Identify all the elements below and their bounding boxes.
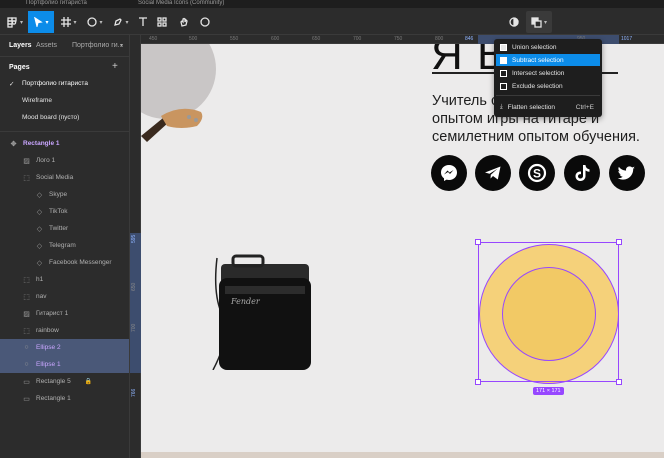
skype-icon[interactable]: S [519, 155, 555, 191]
exclude-selection-item[interactable]: Exclude selection [496, 80, 600, 92]
resources-tool-button[interactable] [155, 11, 169, 33]
page-bottom-strip [141, 452, 664, 458]
union-icon [500, 43, 507, 51]
layer-item[interactable]: ⬚ nav [0, 288, 129, 305]
layer-item[interactable]: ◇ Skype [0, 186, 129, 203]
layer-item[interactable]: ○ Ellipse 1 [0, 356, 129, 373]
group-icon: ⬚ [23, 327, 30, 335]
mask-icon [509, 17, 519, 27]
layer-item[interactable]: ◇ Facebook Messenger [0, 254, 129, 271]
shape-tool-button[interactable]: ▾ [84, 11, 106, 33]
image-icon: ▨ [23, 310, 30, 318]
layer-item[interactable]: ▭ Rectangle 1 [0, 390, 129, 407]
vertical-ruler: 595 650 700 766 [130, 35, 141, 458]
component-icon: ◇ [36, 259, 43, 267]
main-menu-button[interactable]: ▾ [4, 11, 26, 33]
pages-heading: Pages [9, 64, 30, 71]
flatten-icon: ⤓ [500, 103, 503, 110]
pen-icon [114, 18, 123, 26]
ellipse-icon: ○ [24, 361, 29, 368]
tiktok-icon[interactable] [564, 155, 600, 191]
layer-item[interactable]: ◇ TikTok [0, 203, 129, 220]
layer-item[interactable]: ✥ Rectangle 1 [0, 135, 129, 152]
menu-divider [496, 95, 600, 96]
checkmark-icon: ✓ [9, 81, 15, 88]
text-icon [139, 17, 147, 26]
page-item[interactable]: Wireframe [22, 97, 52, 104]
boolean-operations-menu: Union selection Subtract selection Inter… [494, 39, 602, 117]
component-icon: ◇ [36, 191, 43, 199]
resize-handle[interactable] [616, 379, 622, 385]
page-item[interactable]: Mood board (пусто) [22, 114, 79, 121]
pen-tool-button[interactable]: ▾ [110, 11, 132, 33]
layer-item[interactable]: ⬚ h1 [0, 271, 129, 288]
chevron-down-icon[interactable]: ▾ [120, 42, 123, 49]
layer-item[interactable]: ○ Ellipse 2 [0, 339, 129, 356]
figma-logo-icon [7, 16, 17, 28]
layer-item[interactable]: ▨ Гитарист 1 [0, 305, 129, 322]
page-item[interactable]: Портфолио гитариста [22, 80, 88, 87]
toolbar: ▾ ▾ ▾ ▾ ▾ ▾ [0, 8, 664, 35]
telegram-icon[interactable] [475, 155, 511, 191]
tab-layers[interactable]: Layers [9, 42, 32, 49]
svg-text:S: S [533, 167, 541, 181]
lock-icon[interactable]: 🔒 [85, 378, 92, 385]
ellipse-icon [87, 17, 98, 27]
subtract-selection-item[interactable]: Subtract selection [496, 54, 600, 66]
boolean-union-icon [531, 16, 542, 28]
flatten-selection-item[interactable]: ⤓ Flatten selection Ctrl+E [496, 101, 600, 113]
boolean-groups-button[interactable]: ▾ [526, 11, 552, 33]
comment-tool-button[interactable] [198, 11, 212, 33]
group-icon: ⬚ [23, 174, 30, 182]
intersect-selection-item[interactable]: Intersect selection [496, 67, 600, 79]
layer-item[interactable]: ⬚ Social Media [0, 169, 129, 186]
ellipse-icon: ○ [24, 344, 29, 351]
resources-icon [157, 17, 167, 27]
comment-icon [200, 17, 210, 27]
intersect-icon [500, 69, 507, 77]
hand-icon [180, 17, 188, 27]
guitar-image[interactable] [141, 104, 206, 144]
svg-text:Fender: Fender [230, 297, 261, 306]
file-tab-bar: Портфолио гитариста Social Media Icons (… [0, 0, 664, 8]
add-page-icon[interactable]: + [112, 61, 118, 72]
file-tab[interactable]: Портфолио гитариста [20, 0, 93, 8]
resize-handle[interactable] [475, 379, 481, 385]
layer-item[interactable]: ▭ Rectangle 5 🔒 [0, 373, 129, 390]
component-icon: ◇ [36, 242, 43, 250]
frame-icon: ✥ [10, 140, 17, 148]
group-icon: ⬚ [23, 276, 30, 284]
layer-item[interactable]: ◇ Telegram [0, 237, 129, 254]
layers-panel: Layers Assets Портфолио ги... ▾ Pages + … [0, 35, 130, 458]
file-tab[interactable]: Social Media Icons (Community) [132, 0, 230, 8]
cursor-icon [34, 17, 44, 27]
twitter-icon[interactable] [609, 155, 645, 191]
layer-item[interactable]: ▨ Лого 1 [0, 152, 129, 169]
file-name-dropdown[interactable]: Портфолио ги... [72, 42, 124, 49]
messenger-icon[interactable] [431, 155, 467, 191]
union-selection-item[interactable]: Union selection [496, 41, 600, 53]
frame-icon [61, 17, 72, 27]
resize-handle[interactable] [616, 239, 622, 245]
tab-assets[interactable]: Assets [36, 42, 57, 49]
group-icon: ⬚ [23, 293, 30, 301]
move-tool-button[interactable]: ▾ [28, 11, 54, 33]
layer-item[interactable]: ◇ Twitter [0, 220, 129, 237]
size-badge: 171 × 171 [533, 387, 564, 395]
image-icon: ▨ [23, 157, 30, 165]
rectangle-icon: ▭ [23, 395, 30, 403]
resize-handle[interactable] [475, 239, 481, 245]
component-icon: ◇ [36, 208, 43, 216]
mask-button[interactable] [506, 11, 522, 33]
text-tool-button[interactable] [136, 11, 150, 33]
selection-box[interactable] [478, 242, 619, 382]
subtract-icon [500, 56, 507, 64]
rectangle-icon: ▭ [23, 378, 30, 386]
frame-tool-button[interactable]: ▾ [58, 11, 80, 33]
exclude-icon [500, 82, 507, 90]
component-icon: ◇ [36, 225, 43, 233]
amplifier-image[interactable]: Fender [203, 252, 311, 371]
hand-tool-button[interactable] [177, 11, 191, 33]
layer-item[interactable]: ⬚ rainbow [0, 322, 129, 339]
